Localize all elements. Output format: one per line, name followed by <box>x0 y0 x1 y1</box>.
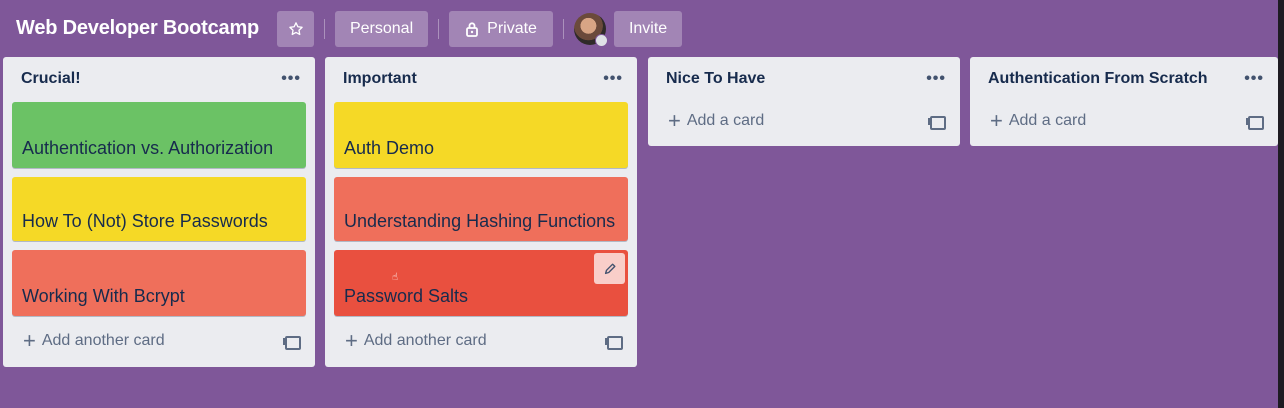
list-title[interactable]: Crucial! <box>21 70 81 88</box>
card[interactable]: Auth Demo <box>334 102 628 168</box>
list-header: Authentication From Scratch ••• <box>970 57 1278 101</box>
list-title[interactable]: Important <box>343 70 417 88</box>
plus-icon: + <box>990 108 1003 133</box>
more-options-icon[interactable]: ••• <box>603 70 623 88</box>
more-options-icon[interactable]: ••• <box>281 70 301 88</box>
edit-card-button[interactable] <box>594 253 625 284</box>
list-title[interactable]: Nice To Have <box>666 70 765 88</box>
list-important: Important ••• Auth Demo Understanding Ha… <box>325 57 637 367</box>
star-icon <box>288 21 303 35</box>
list-authentication-from-scratch: Authentication From Scratch ••• + Add a … <box>970 57 1278 146</box>
pencil-icon <box>604 262 616 274</box>
workspace-label: Personal <box>349 19 414 37</box>
lock-icon <box>466 21 479 37</box>
invite-button[interactable]: Invite <box>614 10 683 47</box>
add-card-label-group: + Add a card <box>990 108 1087 133</box>
card-template-icon[interactable] <box>605 334 623 350</box>
header-divider <box>563 18 565 39</box>
more-options-icon[interactable]: ••• <box>1244 70 1264 88</box>
card-template-icon[interactable] <box>1246 114 1264 130</box>
visibility-label: Private <box>487 19 537 37</box>
card[interactable]: How To (Not) Store Passwords <box>12 177 306 241</box>
list-header: Important ••• <box>325 57 637 101</box>
add-card-button[interactable]: + Add another card <box>13 326 305 356</box>
card[interactable]: Authentication vs. Authorization <box>12 102 306 168</box>
add-card-label-group: + Add another card <box>23 328 165 353</box>
list-header: Crucial! ••• <box>3 57 315 101</box>
card-title: Password Salts <box>344 286 469 306</box>
card-title: Understanding Hashing Functions <box>344 211 616 231</box>
window-edge <box>1278 0 1284 408</box>
board-header: Web Developer Bootcamp Personal Private … <box>0 0 1278 57</box>
card-title: How To (Not) Store Passwords <box>22 211 268 231</box>
add-card-button[interactable]: + Add a card <box>980 106 1268 136</box>
board-title[interactable]: Web Developer Bootcamp <box>16 17 259 40</box>
card[interactable]: ☝ Password Salts <box>334 250 628 316</box>
add-card-label-group: + Add a card <box>668 108 765 133</box>
visibility-button[interactable]: Private <box>449 10 554 47</box>
header-divider <box>438 18 440 39</box>
more-options-icon[interactable]: ••• <box>926 70 946 88</box>
add-card-label-group: + Add another card <box>345 328 487 353</box>
admin-badge-icon <box>595 33 609 47</box>
card-template-icon[interactable] <box>283 334 301 350</box>
card-title: Auth Demo <box>344 138 435 158</box>
list-nice-to-have: Nice To Have ••• + Add a card <box>648 57 960 146</box>
list-title[interactable]: Authentication From Scratch <box>988 70 1208 88</box>
member-avatar[interactable] <box>574 12 609 47</box>
list-header: Nice To Have ••• <box>648 57 960 101</box>
card-title: Working With Bcrypt <box>22 286 185 306</box>
pointer-cursor-icon: ☝ <box>392 272 399 283</box>
add-card-label: Add a card <box>686 112 765 129</box>
plus-icon: + <box>23 328 36 353</box>
card-template-icon[interactable] <box>928 114 946 130</box>
list-crucial: Crucial! ••• Authentication vs. Authoriz… <box>3 57 315 367</box>
add-card-label: Add another card <box>41 332 165 349</box>
add-card-button[interactable]: + Add a card <box>658 106 950 136</box>
header-divider <box>324 18 326 39</box>
plus-icon: + <box>345 328 358 353</box>
card-title: Authentication vs. Authorization <box>22 138 274 158</box>
plus-icon: + <box>668 108 681 133</box>
add-card-button[interactable]: + Add another card <box>335 326 627 356</box>
add-card-label: Add a card <box>1008 112 1087 129</box>
workspace-button[interactable]: Personal <box>335 10 429 47</box>
card[interactable]: Understanding Hashing Functions <box>334 177 628 241</box>
star-board-button[interactable] <box>277 10 315 47</box>
invite-label: Invite <box>628 19 668 37</box>
card[interactable]: Working With Bcrypt <box>12 250 306 316</box>
add-card-label: Add another card <box>363 332 487 349</box>
